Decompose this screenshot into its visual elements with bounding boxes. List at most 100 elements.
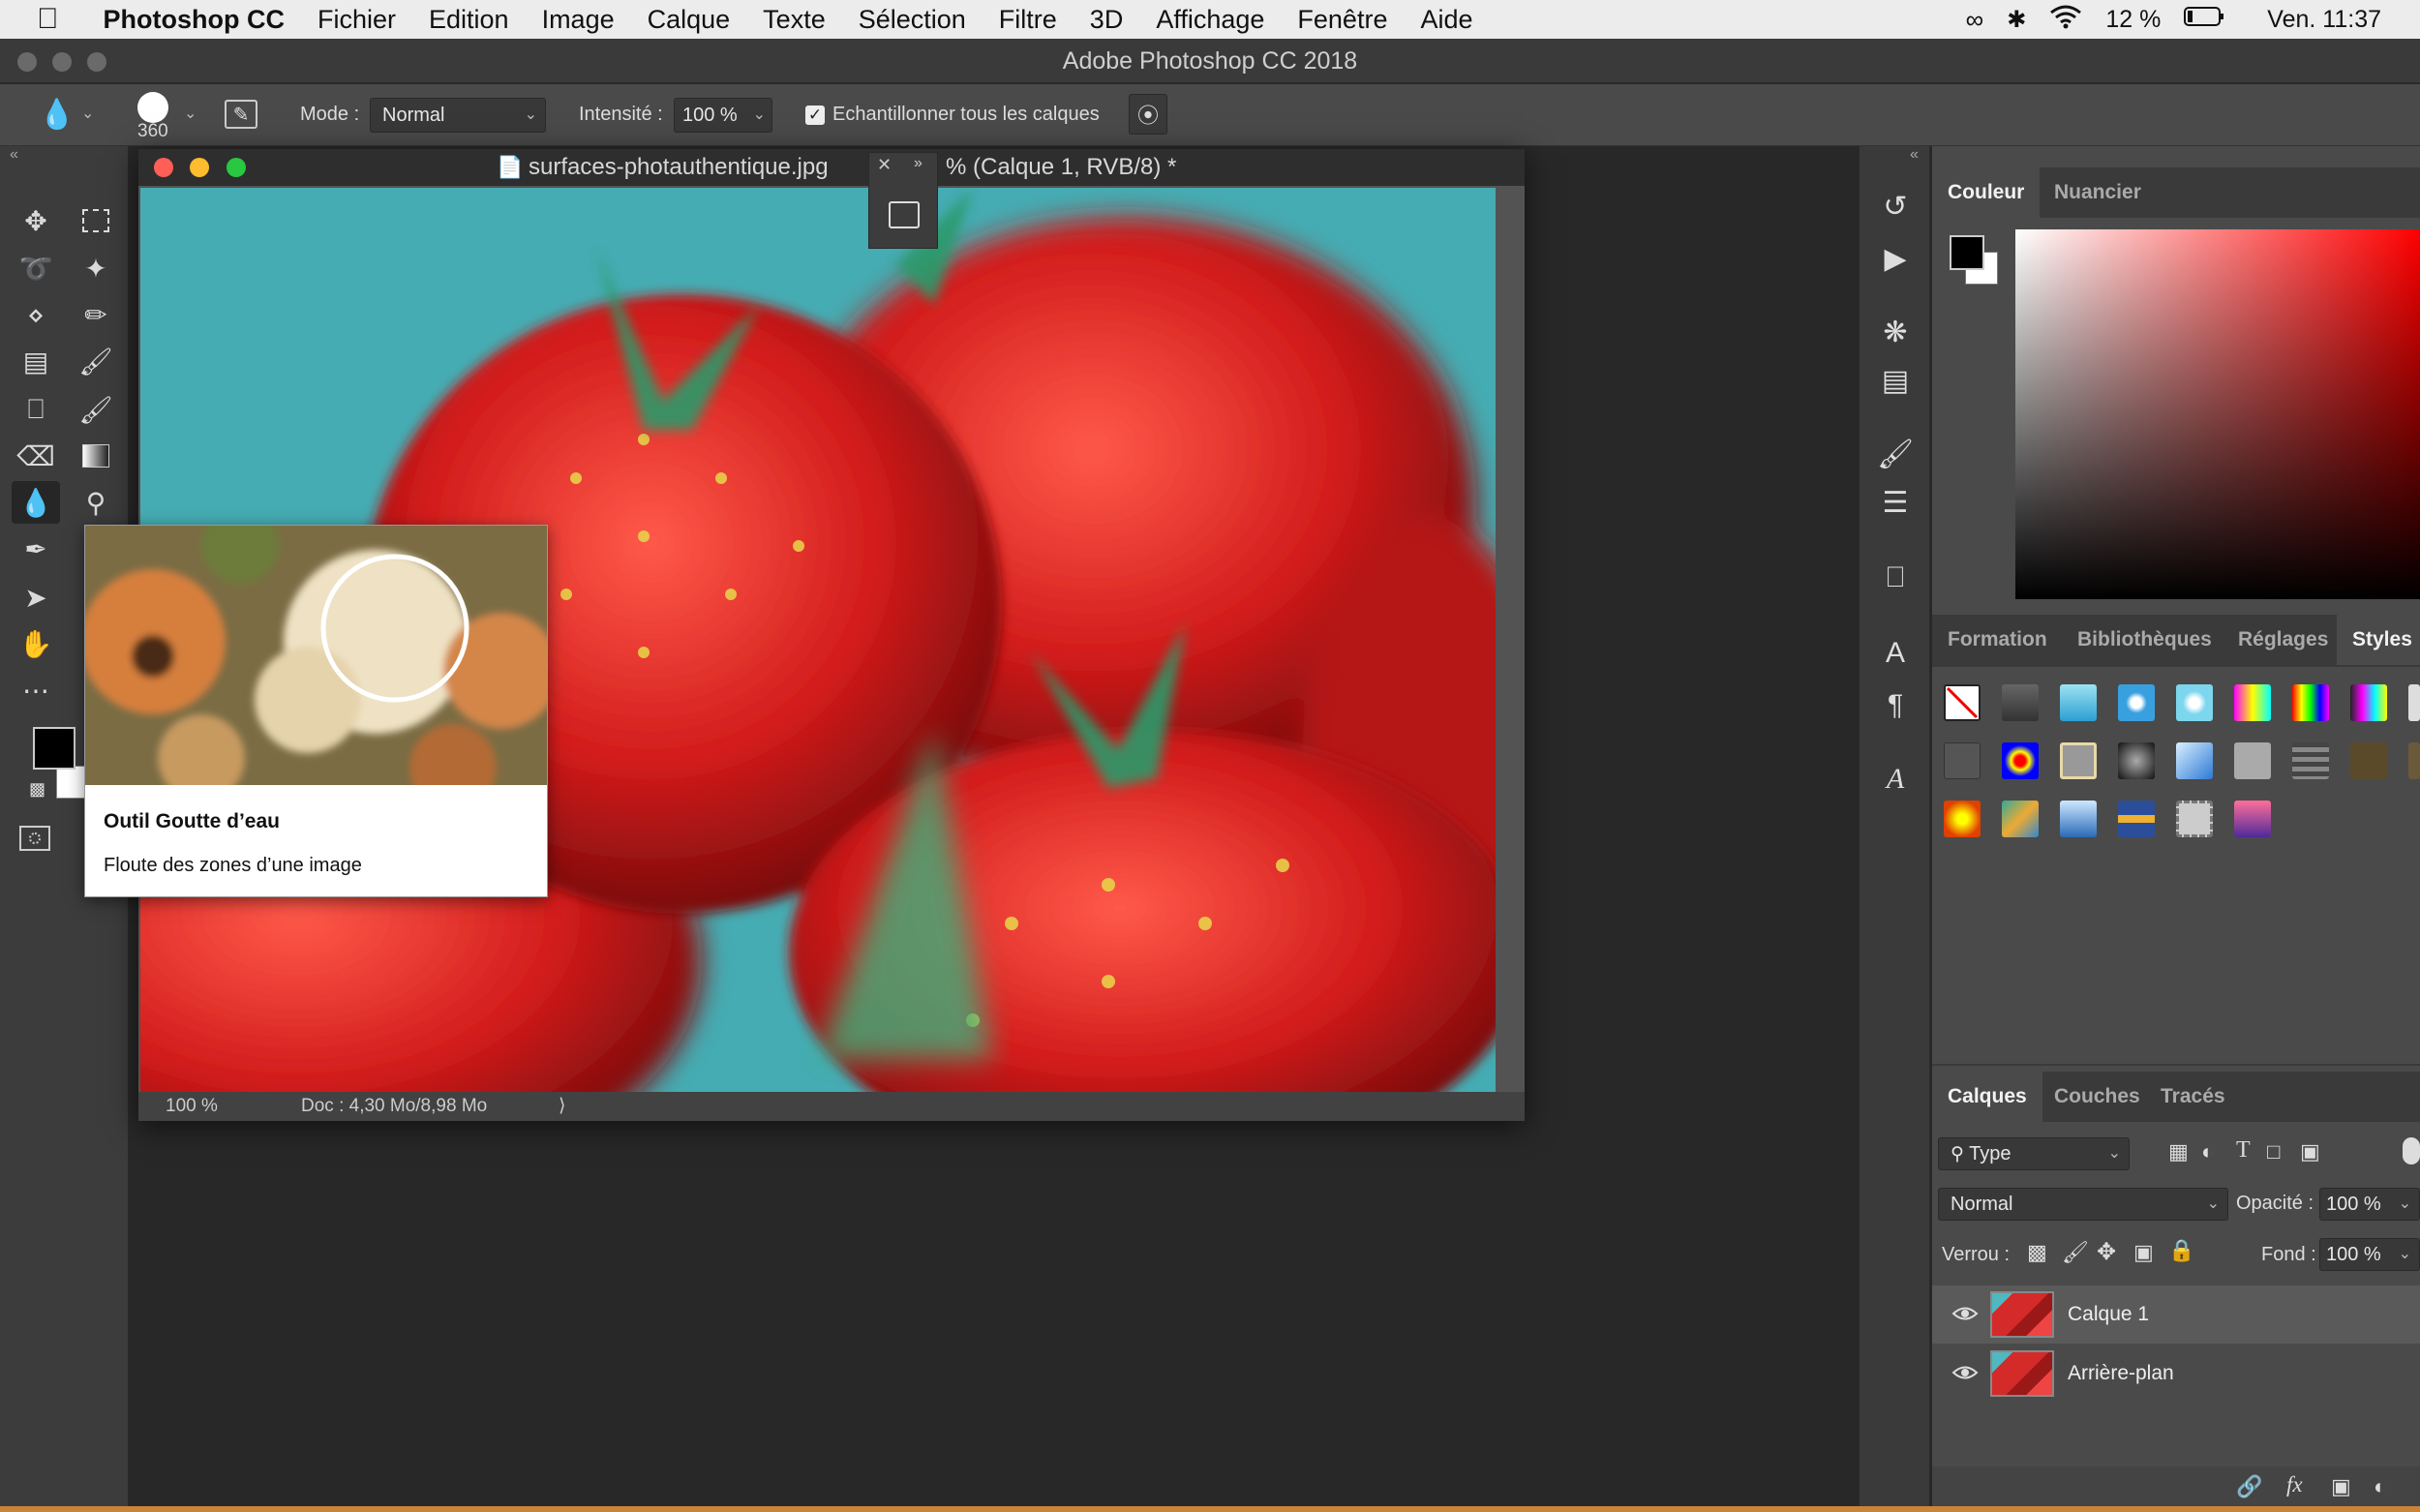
- tab-couleur[interactable]: Couleur: [1932, 167, 2041, 218]
- histogram-icon[interactable]: ▤: [1871, 359, 1920, 402]
- brushes-icon[interactable]: 🖌: [1871, 433, 1920, 475]
- collapse-panel-icon[interactable]: «: [10, 146, 18, 164]
- clone-stamp-tool-icon[interactable]: ⎕: [12, 388, 60, 431]
- menu-edition[interactable]: Edition: [429, 5, 509, 35]
- 3d-panel-icon[interactable]: [889, 201, 920, 228]
- tab-styles[interactable]: Styles: [2337, 615, 2420, 665]
- lock-transparent-icon[interactable]: ▩: [2027, 1240, 2047, 1265]
- menu-3d[interactable]: 3D: [1090, 5, 1124, 35]
- style-swatch[interactable]: [2002, 801, 2039, 837]
- style-swatch[interactable]: [2002, 742, 2039, 779]
- style-swatch[interactable]: [2176, 684, 2213, 721]
- more-tools-icon[interactable]: ⋯: [12, 669, 60, 711]
- navigator-icon[interactable]: ❋: [1871, 311, 1920, 353]
- style-swatch[interactable]: [2350, 742, 2387, 779]
- pen-tool-icon[interactable]: ✒: [12, 528, 60, 570]
- apple-icon[interactable]: : [37, 3, 59, 36]
- character-icon[interactable]: A: [1871, 632, 1920, 675]
- quick-mask-icon[interactable]: [19, 826, 50, 851]
- style-swatch[interactable]: [2408, 742, 2420, 779]
- sample-all-checkbox[interactable]: ✓: [805, 106, 825, 125]
- clone-source-icon[interactable]: ⎕: [1871, 557, 1920, 599]
- visibility-eye-icon[interactable]: [1951, 1303, 1979, 1324]
- style-swatch[interactable]: [2234, 801, 2271, 837]
- style-swatch[interactable]: [1944, 801, 1981, 837]
- style-swatch[interactable]: [2060, 742, 2097, 779]
- style-swatch[interactable]: [1944, 742, 1981, 779]
- move-tool-icon[interactable]: ✥: [12, 199, 60, 242]
- wifi-icon[interactable]: [2049, 4, 2082, 36]
- style-swatch[interactable]: [2118, 742, 2155, 779]
- eraser-tool-icon[interactable]: ⌫: [12, 435, 60, 477]
- tab-couches[interactable]: Couches: [2039, 1072, 2156, 1122]
- visibility-eye-icon[interactable]: [1951, 1362, 1979, 1383]
- close-icon[interactable]: ✕: [877, 155, 892, 175]
- brush-tool-icon[interactable]: 🖌: [72, 340, 120, 382]
- magic-wand-tool-icon[interactable]: ✦: [72, 247, 120, 289]
- lock-pixels-icon[interactable]: 🖌: [2062, 1240, 2089, 1265]
- style-swatch[interactable]: [2060, 684, 2097, 721]
- menu-filtre[interactable]: Filtre: [999, 5, 1057, 35]
- zoom-level[interactable]: 100 %: [166, 1092, 218, 1121]
- battery-icon[interactable]: [2184, 6, 2224, 34]
- menu-texte[interactable]: Texte: [763, 5, 826, 35]
- filter-shape-icon[interactable]: □: [2267, 1139, 2280, 1164]
- eyedropper-tool-icon[interactable]: ✏: [72, 293, 120, 336]
- color-picker-field[interactable]: [2015, 229, 2420, 599]
- add-mask-icon[interactable]: ▣: [2331, 1474, 2351, 1499]
- style-swatch[interactable]: [2234, 684, 2271, 721]
- default-colors-icon[interactable]: ▩: [29, 779, 45, 800]
- history-brush-tool-icon[interactable]: 🖌: [72, 388, 120, 431]
- filter-toggle-icon[interactable]: [2403, 1137, 2420, 1164]
- layer-filter-select[interactable]: ⚲ Type ⌄: [1938, 1137, 2130, 1170]
- chevron-down-icon[interactable]: ⌄: [81, 104, 94, 123]
- style-swatch[interactable]: [2234, 742, 2271, 779]
- opacity-field[interactable]: 100 % ⌄: [2319, 1188, 2420, 1221]
- tab-formation[interactable]: Formation: [1932, 615, 2063, 665]
- style-swatch[interactable]: [2292, 684, 2329, 721]
- lock-artboard-icon[interactable]: ▣: [2133, 1240, 2154, 1265]
- clock[interactable]: Ven. 11:37: [2267, 6, 2381, 34]
- tool-preset-drop-icon[interactable]: 💧: [39, 98, 75, 132]
- filter-type-icon[interactable]: T: [2236, 1137, 2251, 1164]
- blur-tool-icon[interactable]: 💧: [12, 481, 60, 524]
- expand-icon[interactable]: »: [914, 155, 923, 172]
- style-swatch[interactable]: [2002, 684, 2039, 721]
- filter-pixel-icon[interactable]: ▦: [2168, 1139, 2189, 1164]
- menu-affichage[interactable]: Affichage: [1156, 5, 1264, 35]
- collapse-icons-icon[interactable]: «: [1910, 146, 1919, 164]
- creative-cloud-icon[interactable]: ∞: [1966, 5, 1984, 35]
- menu-fichier[interactable]: Fichier: [318, 5, 396, 35]
- layer-name[interactable]: Calque 1: [2068, 1303, 2149, 1326]
- style-swatch[interactable]: [2292, 742, 2329, 779]
- mode-select[interactable]: Normal ⌄: [370, 98, 546, 133]
- filter-adjustment-icon[interactable]: ◐: [2201, 1139, 2214, 1164]
- menu-app-name[interactable]: Photoshop CC: [104, 5, 285, 35]
- style-swatch-none[interactable]: [1944, 684, 1981, 721]
- style-swatch[interactable]: [2408, 684, 2420, 721]
- menu-calque[interactable]: Calque: [648, 5, 731, 35]
- tab-nuancier[interactable]: Nuancier: [2039, 167, 2157, 218]
- tab-calques[interactable]: Calques: [1932, 1072, 2042, 1122]
- marquee-tool-icon[interactable]: [72, 199, 120, 242]
- link-layers-icon[interactable]: 🔗: [2236, 1474, 2262, 1499]
- fill-field[interactable]: 100 % ⌄: [2319, 1238, 2420, 1271]
- layer-row-calque-1[interactable]: Calque 1: [1932, 1285, 2420, 1344]
- minimize-document-button[interactable]: [190, 158, 209, 177]
- sample-all-label[interactable]: Echantillonner tous les calques: [832, 104, 1100, 126]
- paragraph-icon[interactable]: ¶: [1871, 684, 1920, 727]
- chevron-right-icon[interactable]: ⟩: [559, 1092, 565, 1121]
- brush-settings-icon[interactable]: ☰: [1871, 481, 1920, 524]
- fx-icon[interactable]: fx: [2286, 1472, 2303, 1497]
- gradient-tool-icon[interactable]: [72, 435, 120, 477]
- brush-settings-icon[interactable]: ✎: [225, 100, 257, 129]
- style-swatch[interactable]: [2118, 684, 2155, 721]
- intensity-field[interactable]: 100 % ⌄: [674, 98, 772, 133]
- menu-selection[interactable]: Sélection: [859, 5, 966, 35]
- actions-play-icon[interactable]: ▶: [1871, 237, 1920, 280]
- tab-bibliotheques[interactable]: Bibliothèques: [2062, 615, 2227, 665]
- bluetooth-icon[interactable]: ✱: [2007, 6, 2026, 34]
- lock-all-icon[interactable]: 🔒: [2168, 1238, 2194, 1263]
- chevron-down-icon[interactable]: ⌄: [184, 104, 197, 123]
- pressure-icon[interactable]: ⦿: [1129, 94, 1167, 135]
